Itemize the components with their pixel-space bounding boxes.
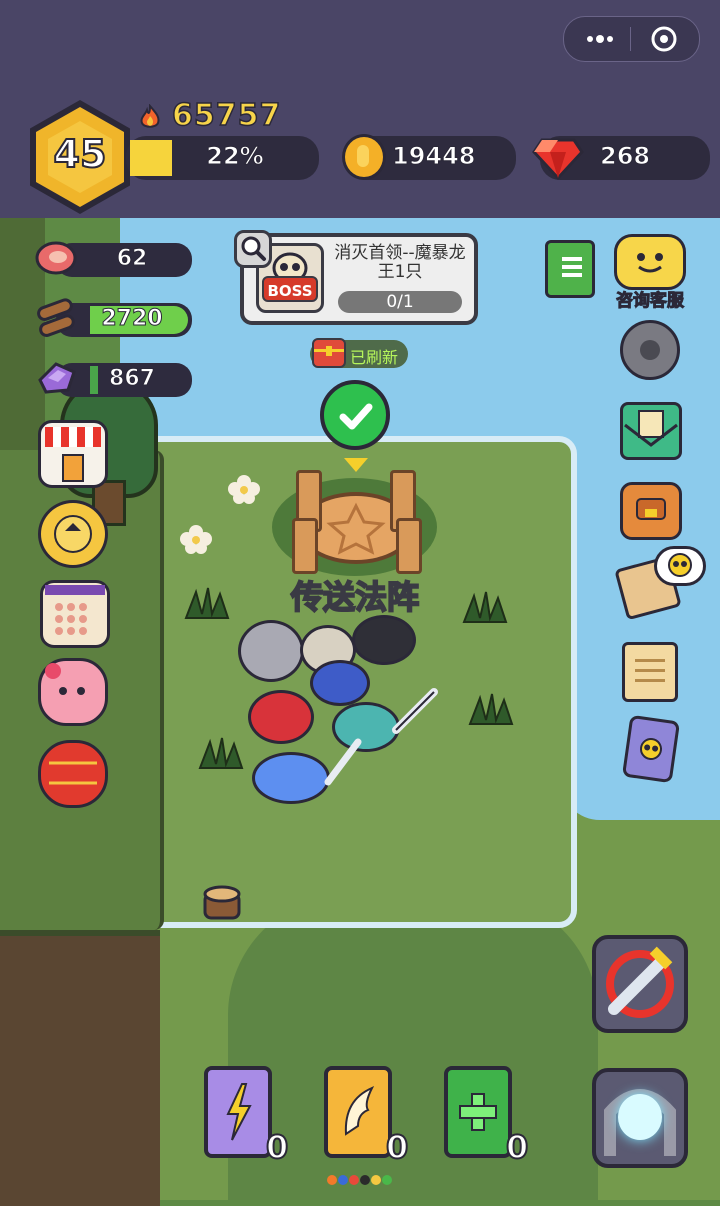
checkmark-icon[interactable] — [320, 380, 390, 450]
gold-coin-icon — [342, 134, 386, 180]
page-indicator-dots — [326, 1172, 396, 1186]
page-dot — [382, 1175, 392, 1185]
skull-notification-icon — [654, 546, 706, 586]
sword-icon — [324, 736, 364, 786]
mini-program-capsule — [563, 16, 700, 62]
quest-scroll-icon[interactable] — [622, 642, 678, 702]
boss-quest-progress: 0/1 — [338, 291, 462, 313]
grass-bush-icon — [196, 734, 246, 770]
calendar-scroll-button[interactable] — [40, 580, 110, 648]
flower-icon — [180, 524, 212, 554]
lightning-book-count: 0 — [265, 1127, 289, 1167]
battle-swords-button[interactable] — [592, 935, 688, 1033]
flame-icon — [138, 103, 162, 130]
page-dot — [349, 1175, 359, 1185]
shop-button[interactable] — [38, 420, 108, 488]
wing-book-count: 0 — [385, 1127, 409, 1167]
skull-card-icon[interactable] — [621, 714, 681, 784]
grass-bush-icon — [460, 588, 510, 624]
hero-knight[interactable] — [238, 620, 304, 682]
hero-blue-warrior[interactable] — [252, 752, 330, 804]
pointer-arrow-icon — [344, 458, 368, 472]
hero-red-beanie[interactable] — [248, 690, 314, 744]
xp-percent: 22% — [206, 142, 264, 171]
red-lantern-button[interactable] — [38, 740, 108, 808]
hero-blue-mage[interactable] — [310, 660, 370, 706]
purple-ore-icon — [34, 358, 78, 398]
boss-quest-title: 消灭首领--魔暴龙王1只 — [334, 243, 466, 282]
tree-stump-icon — [202, 884, 242, 922]
customer-service-label: 咨询客服 — [616, 291, 685, 312]
treasure-chest-icon — [312, 338, 346, 368]
customer-service-button[interactable] — [614, 234, 686, 290]
page-dot — [338, 1175, 348, 1185]
backpack-icon[interactable] — [620, 482, 682, 540]
meat-amount: 62 — [116, 246, 148, 272]
refresh-label: 已刷新 — [350, 348, 399, 367]
player-level: 45 — [53, 131, 108, 177]
search-icon[interactable] — [234, 230, 272, 268]
teleport-label: 传送法阵 — [290, 577, 420, 617]
page-dot — [360, 1175, 370, 1185]
gem-amount: 268 — [599, 142, 651, 171]
flower-icon — [228, 474, 260, 504]
hero-cat[interactable] — [352, 615, 416, 665]
wooden-post — [396, 518, 422, 574]
heal-book-count: 0 — [505, 1127, 529, 1167]
meat-icon — [34, 238, 78, 278]
portal-glow-icon — [618, 1094, 662, 1140]
gold-amount: 19448 — [392, 142, 476, 171]
close-miniprogram-icon[interactable] — [650, 25, 678, 53]
power-score: 65757 — [171, 97, 282, 134]
mail-icon[interactable] — [620, 402, 682, 460]
wood-amount: 2720 — [101, 306, 163, 332]
settings-gear-icon[interactable] — [620, 320, 680, 380]
wood-log-icon — [34, 298, 78, 338]
lightning-book-icon[interactable] — [204, 1066, 272, 1158]
grass-bush-icon — [182, 584, 232, 620]
rank-medal-button[interactable] — [38, 500, 108, 568]
boss-badge: BOSS — [262, 276, 318, 302]
page-dot — [371, 1175, 381, 1185]
wooden-post — [292, 518, 318, 574]
more-menu-icon[interactable] — [582, 29, 618, 49]
grass-bush-icon — [466, 690, 516, 726]
heal-book-icon[interactable] — [444, 1066, 512, 1158]
ruby-gem-icon — [532, 134, 584, 181]
page-dot — [327, 1175, 337, 1185]
xp-bar-fill — [130, 140, 172, 176]
cliff-wall — [0, 930, 160, 1206]
pink-pet-button[interactable] — [38, 658, 108, 726]
wing-book-icon[interactable] — [324, 1066, 392, 1158]
ore-amount: 867 — [109, 366, 156, 392]
sword-icon — [390, 686, 440, 736]
green-book-button[interactable] — [545, 240, 595, 298]
